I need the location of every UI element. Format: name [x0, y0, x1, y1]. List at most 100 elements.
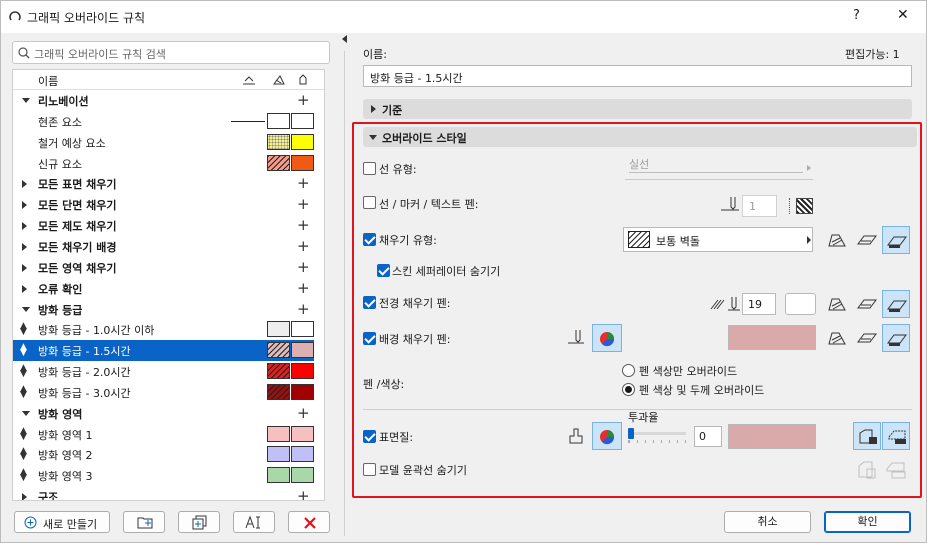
title-bar: 그래픽 오버라이드 규칙 ? ✕: [1, 1, 926, 33]
name-column-header[interactable]: 이름: [38, 73, 58, 89]
tree-group[interactable]: + 모든 영역 채우기: [13, 257, 314, 278]
rename-button[interactable]: [233, 511, 275, 533]
rule-tree: 이름 + 리노베이션 현존 요소 철거 예상 요소 신규 요소 + 모든 표면 채우기 + 모든…: [12, 69, 325, 501]
tree-item[interactable]: ▲ ▼ 방화 영역 1: [13, 424, 314, 445]
tree-group[interactable]: + 방화 영역: [13, 403, 314, 424]
tree-header: 이름: [13, 70, 324, 90]
pen-swatch: [291, 446, 314, 463]
add-rule-icon[interactable]: +: [297, 301, 310, 316]
tree-item[interactable]: ▲ ▼ 방화 등급 - 3.0시간: [13, 382, 314, 403]
fill-swatch: [267, 154, 290, 171]
pen-swatch: [291, 363, 314, 380]
name-label: 이름:: [363, 48, 387, 61]
ok-button[interactable]: 확인: [824, 511, 911, 533]
help-button[interactable]: ?: [853, 8, 860, 23]
collapse-icon[interactable]: [22, 306, 30, 312]
reorder-handle-icon[interactable]: ▲ ▼: [20, 322, 27, 337]
pen-swatch: [291, 425, 314, 442]
expand-icon[interactable]: [22, 222, 27, 231]
tree-item[interactable]: ▲ ▼ 방화 등급 - 1.0시간 이하: [13, 319, 314, 340]
reorder-handle-icon[interactable]: ▲ ▼: [20, 426, 27, 441]
tree-item-label: 방화 등급 - 3.0시간: [38, 386, 131, 400]
tree-item[interactable]: 신규 요소: [13, 153, 314, 174]
tree-item-label: 모든 영역 채우기: [38, 261, 117, 275]
expand-icon[interactable]: [22, 493, 27, 500]
tree-item-label: 방화 영역: [38, 407, 83, 421]
add-rule-icon[interactable]: +: [297, 176, 310, 191]
add-rule-icon[interactable]: +: [297, 489, 310, 500]
new-rule-button[interactable]: 새로 만들기: [14, 511, 110, 533]
search-input[interactable]: 그래픽 오버라이드 규칙 검색: [12, 41, 330, 64]
collapse-panel-icon[interactable]: [342, 35, 347, 43]
pen-swatch: [291, 133, 314, 150]
tree-group[interactable]: + 방화 등급: [13, 299, 314, 320]
expand-icon: [371, 105, 376, 113]
add-rule-icon[interactable]: +: [297, 93, 310, 108]
delete-button[interactable]: [288, 511, 330, 533]
pen-swatch: [291, 342, 314, 359]
reorder-handle-icon[interactable]: ▲ ▼: [20, 343, 27, 358]
tree-item-label: 방화 영역 1: [38, 428, 93, 442]
rename-icon: [245, 515, 260, 529]
close-button[interactable]: ✕: [897, 7, 909, 23]
new-folder-button[interactable]: [123, 511, 165, 533]
expand-icon[interactable]: [22, 242, 27, 251]
tree-group[interactable]: + 리노베이션: [13, 90, 314, 111]
add-rule-icon[interactable]: +: [297, 405, 310, 420]
pane-divider[interactable]: [344, 51, 345, 536]
fill-swatch: [267, 446, 290, 463]
fill-swatch: [267, 133, 290, 150]
add-rule-icon[interactable]: +: [297, 238, 310, 253]
tree-group[interactable]: + 모든 단면 채우기: [13, 194, 314, 215]
add-rule-icon[interactable]: +: [297, 280, 310, 295]
criteria-section-header[interactable]: 기준: [363, 99, 912, 119]
fill-column-icon[interactable]: [272, 74, 286, 86]
pen-swatch: [291, 383, 314, 400]
app-icon: [9, 11, 21, 21]
fill-swatch: [267, 321, 290, 338]
duplicate-button[interactable]: [178, 511, 220, 533]
tree-group[interactable]: + 오류 확인: [13, 278, 314, 299]
plus-circle-icon: [24, 516, 37, 529]
reorder-handle-icon[interactable]: ▲ ▼: [20, 468, 27, 483]
tree-item-label: 신규 요소: [38, 157, 82, 171]
reorder-handle-icon[interactable]: ▲ ▼: [20, 364, 27, 379]
reorder-handle-icon[interactable]: ▲ ▼: [20, 447, 27, 462]
tree-item-label: 모든 표면 채우기: [38, 178, 117, 192]
duplicate-icon: [192, 515, 207, 530]
tree-group[interactable]: + 구조: [13, 486, 314, 501]
fill-swatch: [267, 112, 290, 129]
collapse-icon[interactable]: [22, 98, 30, 103]
add-rule-icon[interactable]: +: [297, 197, 310, 212]
tree-item[interactable]: ▲ ▼ 방화 등급 - 2.0시간: [13, 361, 314, 382]
tree-item-label: 구조: [38, 491, 59, 501]
pen-column-icon[interactable]: [297, 73, 309, 87]
tree-item-label: 방화 등급 - 1.0시간 이하: [38, 324, 155, 338]
expand-icon[interactable]: [22, 201, 27, 210]
pen-swatch: [291, 154, 314, 171]
add-rule-icon[interactable]: +: [297, 218, 310, 233]
fill-swatch: [267, 342, 290, 359]
rule-name-input[interactable]: 방화 등급 - 1.5시간: [363, 65, 912, 87]
tree-item[interactable]: ▲ ▼ 방화 영역 2: [13, 444, 314, 465]
tree-group[interactable]: + 모든 표면 채우기: [13, 173, 314, 194]
expand-icon[interactable]: [22, 284, 27, 293]
tree-item-label: 현존 요소: [38, 115, 82, 129]
add-rule-icon[interactable]: +: [297, 259, 310, 274]
tree-group[interactable]: + 모든 제도 채우기: [13, 215, 314, 236]
tree-item[interactable]: 현존 요소: [13, 111, 314, 132]
collapse-icon[interactable]: [22, 410, 30, 416]
cancel-button[interactable]: 취소: [724, 511, 811, 533]
tree-item[interactable]: 철거 예상 요소: [13, 132, 314, 153]
tree-group[interactable]: + 모든 채우기 배경: [13, 236, 314, 257]
fill-swatch: [267, 467, 290, 484]
expand-icon[interactable]: [22, 263, 27, 272]
highlight-box: [352, 122, 922, 498]
reorder-handle-icon[interactable]: ▲ ▼: [20, 384, 27, 399]
tree-item[interactable]: ▲ ▼ 방화 등급 - 1.5시간: [13, 340, 314, 362]
surface-column-icon[interactable]: [242, 74, 256, 86]
pen-swatch: [291, 321, 314, 338]
tree-item[interactable]: ▲ ▼ 방화 영역 3: [13, 465, 314, 486]
tree-item-label: 방화 등급: [38, 303, 83, 317]
expand-icon[interactable]: [22, 180, 27, 189]
